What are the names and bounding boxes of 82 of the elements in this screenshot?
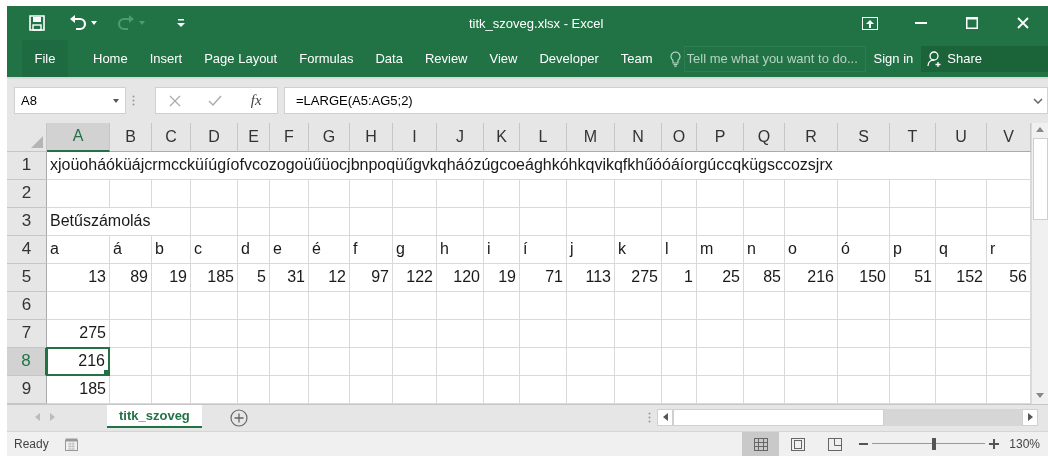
column-header[interactable]: L xyxy=(520,122,567,152)
ribbon-tab[interactable]: Home xyxy=(82,40,139,77)
status-text: Ready xyxy=(14,437,49,451)
grip-icon xyxy=(648,411,651,423)
new-sheet-button[interactable] xyxy=(229,408,248,430)
horizontal-scrollbar[interactable] xyxy=(657,408,1038,426)
ribbon-tab[interactable]: Developer xyxy=(528,40,610,77)
caret-icon xyxy=(113,98,119,103)
column-header[interactable]: J xyxy=(437,122,484,152)
row-header[interactable]: 9 xyxy=(7,375,47,404)
column-header[interactable]: Q xyxy=(744,122,785,152)
ribbon-tab[interactable]: Team xyxy=(609,40,664,77)
zoom-level[interactable]: 130% xyxy=(1009,437,1040,451)
undo-icon[interactable] xyxy=(69,15,87,31)
window-title: titk_szoveg.xlsx - Excel xyxy=(469,15,605,31)
column-header[interactable]: I xyxy=(393,122,437,152)
column-header[interactable]: N xyxy=(615,122,662,152)
row-header[interactable]: 7 xyxy=(7,319,47,348)
ribbon-tab[interactable]: Formulas xyxy=(288,40,365,77)
caret-icon[interactable] xyxy=(91,21,97,25)
sheet-tab[interactable]: titk_szoveg xyxy=(107,404,202,428)
check-icon[interactable] xyxy=(208,95,223,107)
view-icon xyxy=(790,437,805,451)
table-cell: 216 xyxy=(46,346,110,376)
column-header[interactable]: O xyxy=(662,122,697,152)
row-header[interactable]: 3 xyxy=(7,207,47,236)
column-header[interactable]: U xyxy=(936,122,987,152)
ribbon-tab[interactable]: Data xyxy=(364,40,414,77)
scroll-left-icon[interactable] xyxy=(662,413,668,422)
column-header[interactable]: C xyxy=(152,122,191,152)
grip-icon xyxy=(132,95,135,107)
zoom-slider[interactable] xyxy=(872,437,986,451)
fill-handle[interactable] xyxy=(104,369,109,375)
column-header[interactable]: G xyxy=(309,122,350,152)
scroll-down-icon[interactable] xyxy=(1036,392,1044,398)
column-header[interactable]: H xyxy=(350,122,393,152)
minimize-icon xyxy=(914,22,927,24)
ribbon-tab[interactable]: Insert xyxy=(138,40,194,77)
column-header[interactable]: M xyxy=(567,122,615,152)
scroll-right-icon[interactable] xyxy=(1027,413,1033,422)
ribbon-tab[interactable]: Page Layout xyxy=(193,40,289,77)
person-plus-icon xyxy=(927,50,944,67)
column-header[interactable]: V xyxy=(987,122,1031,152)
sign-in-button[interactable]: Sign in xyxy=(865,51,922,66)
formula-field[interactable]: =LARGE(A5:AG5;2) xyxy=(284,87,1048,115)
row-header[interactable]: 6 xyxy=(7,291,47,320)
ribbon-tab[interactable]: File xyxy=(22,40,68,77)
column-header[interactable]: D xyxy=(191,122,238,152)
column-header[interactable]: K xyxy=(484,122,520,152)
row-header[interactable]: 5 xyxy=(7,263,47,292)
scroll-up-icon[interactable] xyxy=(1036,126,1044,132)
ribbon-tab[interactable]: View xyxy=(478,40,529,77)
column-header[interactable]: P xyxy=(697,122,744,152)
customize-icon[interactable] xyxy=(177,19,185,27)
zoom-in-icon[interactable] xyxy=(989,439,1000,449)
vertical-scrollbar[interactable] xyxy=(1031,122,1048,404)
column-header[interactable]: R xyxy=(785,122,838,152)
column-header[interactable]: B xyxy=(110,122,152,152)
column-header[interactable]: T xyxy=(890,122,936,152)
column-header[interactable]: S xyxy=(838,122,890,152)
column-header[interactable]: E xyxy=(238,122,270,152)
column-header[interactable]: F xyxy=(270,122,309,152)
view-icon xyxy=(753,437,768,451)
column-header[interactable]: A xyxy=(47,122,110,152)
plus-circle-icon xyxy=(229,408,248,427)
maximize-icon xyxy=(965,17,978,29)
close-icon xyxy=(1016,17,1029,29)
ribbon-display-icon xyxy=(861,16,878,30)
row-header[interactable]: 2 xyxy=(7,179,47,208)
name-box[interactable]: A8 xyxy=(14,87,126,115)
tell-me-field[interactable]: Tell me what you want to do... xyxy=(683,45,866,72)
save-icon[interactable] xyxy=(29,15,45,31)
view-button[interactable] xyxy=(742,432,780,456)
row-header[interactable]: 4 xyxy=(7,235,47,264)
view-icon xyxy=(827,437,842,451)
ribbon-tab[interactable]: Review xyxy=(413,40,479,77)
lightbulb-icon xyxy=(669,50,681,67)
row-header[interactable]: 1 xyxy=(7,151,47,180)
insert-function-button[interactable]: fx xyxy=(248,92,264,110)
share-button[interactable]: Share xyxy=(921,45,1048,72)
row-header[interactable]: 8 xyxy=(7,347,47,376)
chevron-icon[interactable] xyxy=(1033,97,1043,104)
